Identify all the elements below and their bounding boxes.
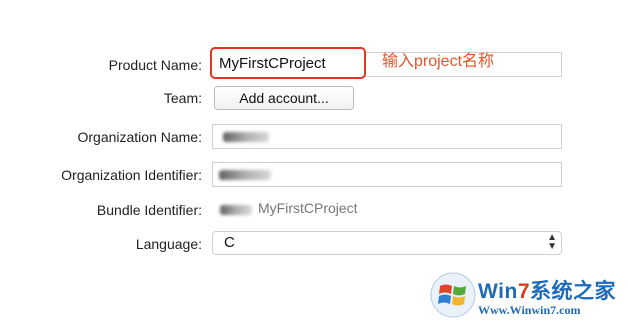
organization-name-label: Organization Name: — [77, 129, 202, 145]
watermark-brand-suffix: 系统之家 — [530, 280, 616, 303]
product-name-input[interactable]: MyFirstCProject — [210, 47, 366, 79]
watermark-brand-seven: 7 — [517, 280, 530, 303]
watermark-brand: Win7系统之家 — [478, 275, 616, 305]
team-label: Team: — [163, 90, 202, 106]
product-name-value: MyFirstCProject — [219, 55, 326, 72]
redacted-text — [223, 132, 269, 142]
organization-name-input[interactable] — [212, 124, 562, 149]
add-account-button[interactable]: Add account... — [214, 86, 354, 110]
product-name-label: Product Name: — [108, 57, 202, 73]
watermark-brand-prefix: Win — [478, 280, 518, 303]
language-label: Language: — [135, 236, 202, 252]
language-value: C — [224, 234, 235, 251]
language-select[interactable]: C ▲ ▼ — [212, 231, 562, 255]
organization-identifier-label: Organization Identifier: — [61, 167, 202, 183]
organization-identifier-input[interactable] — [212, 162, 562, 187]
bundle-identifier-value: MyFirstCProject — [258, 200, 358, 216]
redacted-text — [220, 205, 252, 215]
annotation-text: 输入project名称 — [382, 53, 495, 70]
redacted-text — [219, 170, 271, 180]
watermark-url: Www.Winwin7.com — [478, 303, 581, 317]
chevron-up-down-icon: ▲ ▼ — [547, 232, 557, 252]
windows-logo-icon — [430, 272, 476, 318]
bundle-identifier-label: Bundle Identifier: — [96, 202, 202, 218]
